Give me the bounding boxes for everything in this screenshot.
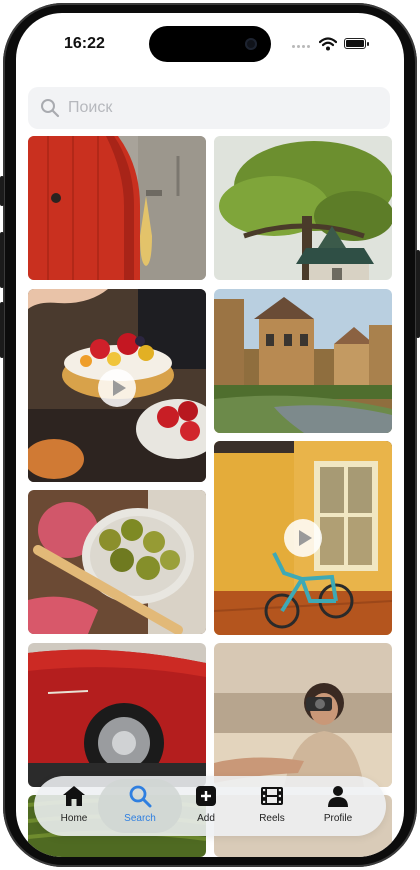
cellular-signal-icon: [292, 43, 312, 49]
tab-bar: Home Search Add Reels Profile: [34, 776, 386, 836]
tab-label: Reels: [259, 813, 285, 824]
photo-tree-gazebo[interactable]: [214, 136, 392, 280]
tab-label: Add: [197, 813, 215, 824]
photo-red-car[interactable]: [28, 643, 206, 787]
photo-old-town-river[interactable]: [214, 289, 392, 433]
reels-icon: [261, 787, 283, 805]
action-button: [0, 176, 4, 206]
video-play-icon: [284, 519, 322, 557]
volume-down-button: [0, 302, 4, 358]
search-placeholder: Поиск: [68, 99, 113, 116]
tab-reels[interactable]: Reels: [242, 782, 302, 830]
search-icon: [41, 99, 60, 118]
tab-home[interactable]: Home: [44, 782, 104, 830]
video-play-icon: [98, 369, 136, 407]
screen: 16:22 Поиск Home Search Add Reels Profil…: [16, 13, 404, 857]
front-camera: [245, 38, 257, 50]
home-icon: [63, 786, 85, 806]
tab-search[interactable]: Search: [98, 779, 182, 833]
tab-profile[interactable]: Profile: [308, 782, 368, 830]
search-input[interactable]: Поиск: [28, 87, 390, 129]
volume-up-button: [0, 232, 4, 288]
photo-olives-platter[interactable]: [28, 490, 206, 634]
status-time: 16:22: [64, 35, 105, 52]
photo-bicycle-yellow-wall[interactable]: [214, 441, 392, 635]
tab-label: Home: [60, 813, 88, 824]
wifi-icon: [319, 37, 337, 51]
dynamic-island: [149, 26, 271, 62]
status-bar: 16:22: [16, 13, 404, 73]
power-button: [416, 250, 420, 338]
profile-icon: [328, 786, 348, 807]
tab-label: Search: [124, 813, 156, 824]
search-icon: [129, 785, 152, 808]
tab-add[interactable]: Add: [176, 782, 236, 830]
photo-red-door[interactable]: [28, 136, 206, 280]
tab-label: Profile: [323, 813, 353, 824]
photo-woman-camera-beach[interactable]: [214, 643, 392, 787]
photo-strawberry-tart[interactable]: [28, 289, 206, 482]
battery-icon: [344, 38, 369, 49]
add-icon: [196, 786, 216, 806]
